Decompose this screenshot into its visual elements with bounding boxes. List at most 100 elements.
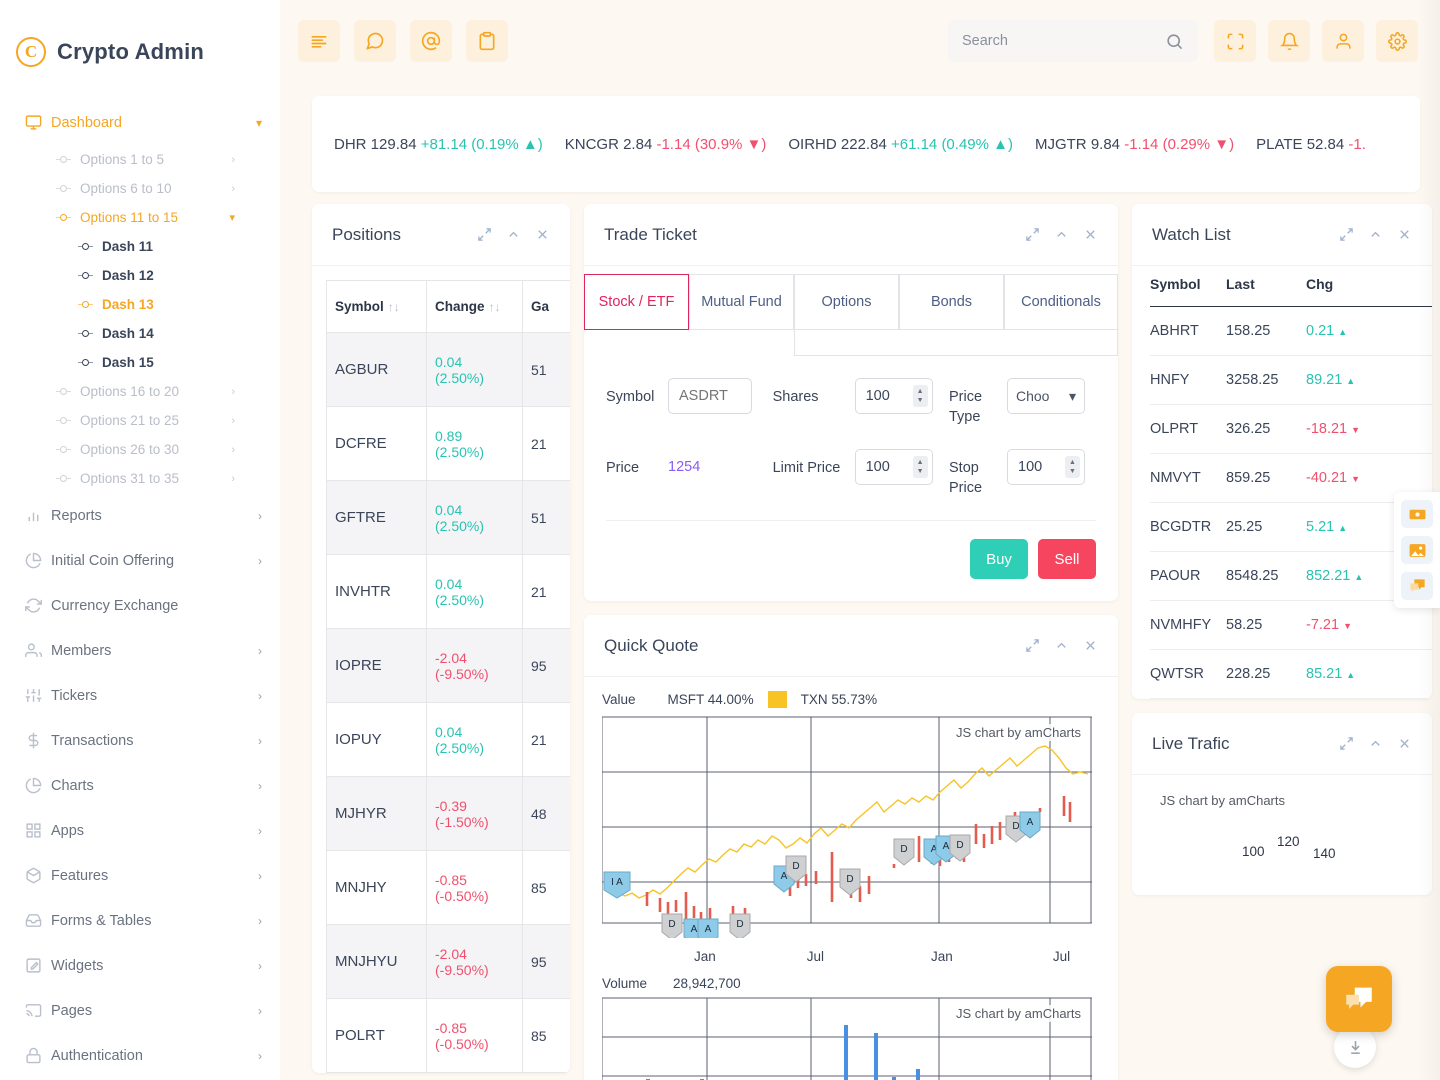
at-mention-icon[interactable] — [410, 20, 452, 62]
expand-icon[interactable] — [1339, 227, 1354, 242]
sidebar-item-members[interactable]: Members › — [0, 628, 280, 673]
sidebar-item-apps[interactable]: Apps › — [0, 808, 280, 853]
sidebar-subitem-options-16-20[interactable]: Options 16 to 20 › — [0, 377, 280, 406]
image-icon[interactable] — [1401, 536, 1433, 564]
tab-conditionals[interactable]: Conditionals — [1004, 274, 1118, 330]
sidebar-item-pages[interactable]: Pages › — [0, 988, 280, 1033]
stepper-arrows-icon[interactable]: ▲ ▼ — [1065, 456, 1080, 479]
table-row[interactable]: IOPUY 0.04 (2.50%) 21 — [326, 702, 570, 777]
positions-table-wrap[interactable]: Symbol ↑↓ Change ↑↓ Ga AGBUR 0.04 (2.50%) 51 … — [312, 266, 570, 1073]
close-icon[interactable] — [1083, 227, 1098, 242]
column-header-symbol[interactable]: Symbol — [1150, 266, 1226, 307]
column-header-last[interactable]: Last — [1226, 266, 1306, 307]
download-icon[interactable] — [1334, 1026, 1376, 1068]
table-row[interactable]: OLPRT 326.25 -18.21 — [1150, 404, 1432, 454]
column-header-extra[interactable] — [1378, 266, 1432, 307]
close-icon[interactable] — [1397, 736, 1412, 751]
sidebar-item-reports[interactable]: Reports › — [0, 493, 280, 538]
symbol-input[interactable] — [668, 378, 752, 414]
table-row[interactable]: MJHYR -0.39 (-1.50%) 48 — [326, 776, 570, 851]
sidebar-item-forms-tables[interactable]: Forms & Tables › — [0, 898, 280, 943]
tab-options[interactable]: Options — [794, 274, 899, 330]
table-row[interactable]: MNJHYU -2.04 (-9.50%) 95 — [326, 924, 570, 999]
table-row[interactable]: ABHRT 158.25 0.21 — [1150, 306, 1432, 356]
sidebar-item-dash-11[interactable]: Dash 11 — [0, 232, 280, 261]
chat-icon[interactable] — [354, 20, 396, 62]
expand-icon[interactable] — [477, 227, 492, 242]
collapse-chevron-icon[interactable] — [1054, 227, 1069, 242]
collapse-chevron-icon[interactable] — [1054, 638, 1069, 653]
limit-price-stepper[interactable]: ▲▼ — [854, 449, 933, 486]
ticker-item[interactable]: MJGTR 9.84 -1.14 (0.29% ▼) — [1035, 136, 1234, 153]
close-icon[interactable] — [1083, 638, 1098, 653]
shares-stepper[interactable]: ▲▼ — [854, 378, 933, 414]
sell-button[interactable]: Sell — [1038, 539, 1096, 580]
sidebar-item-initial-coin-offering[interactable]: Initial Coin Offering › — [0, 538, 280, 583]
table-row[interactable]: IOPRE -2.04 (-9.50%) 95 — [326, 628, 570, 703]
banknote-icon[interactable] — [1401, 500, 1433, 528]
search-box[interactable] — [948, 20, 1198, 62]
sidebar-item-dash-15[interactable]: Dash 15 — [0, 348, 280, 377]
table-row[interactable]: GFTRE 0.04 (2.50%) 51 — [326, 480, 570, 555]
chat-bubbles-icon[interactable] — [1401, 572, 1433, 600]
fullscreen-icon[interactable] — [1214, 20, 1256, 62]
expand-icon[interactable] — [1025, 227, 1040, 242]
tab-stock-etf[interactable]: Stock / ETF — [584, 274, 689, 330]
price-type-select[interactable]: Choo ▾ — [1007, 378, 1085, 414]
sidebar-subitem-options-1-5[interactable]: Options 1 to 5 › — [0, 145, 280, 174]
table-row[interactable]: QWTSR 228.25 85.21 — [1150, 649, 1432, 699]
stepper-arrows-icon[interactable]: ▲ ▼ — [912, 385, 928, 407]
sidebar-subitem-options-31-35[interactable]: Options 31 to 35 › — [0, 464, 280, 493]
clipboard-icon[interactable] — [466, 20, 508, 62]
expand-icon[interactable] — [1025, 638, 1040, 653]
sidebar-subitem-options-26-30[interactable]: Options 26 to 30 › — [0, 435, 280, 464]
sidebar-subitem-options-11-15[interactable]: Options 11 to 15 ▾ — [0, 203, 280, 232]
column-header-symbol[interactable]: Symbol ↑↓ — [326, 280, 427, 333]
table-row[interactable]: PAOUR 8548.25 852.21 — [1150, 551, 1432, 601]
close-icon[interactable] — [1397, 227, 1412, 242]
bell-icon[interactable] — [1268, 20, 1310, 62]
stop-price-stepper[interactable]: ▲▼ — [1007, 449, 1085, 486]
sidebar-item-widgets[interactable]: Widgets › — [0, 943, 280, 988]
buy-button[interactable]: Buy — [970, 539, 1028, 580]
search-icon[interactable] — [1165, 32, 1184, 51]
sidebar-item-features[interactable]: Features › — [0, 853, 280, 898]
sidebar-item-currency-exchange[interactable]: Currency Exchange — [0, 583, 280, 628]
table-row[interactable]: AGBUR 0.04 (2.50%) 51 — [326, 332, 570, 407]
column-header-change[interactable]: Change ↑↓ — [426, 280, 523, 333]
price-value[interactable]: 1254 — [668, 449, 700, 475]
sidebar-subitem-options-21-25[interactable]: Options 21 to 25 › — [0, 406, 280, 435]
volume-chart[interactable]: JS chart by amCharts — [602, 997, 1092, 1080]
sidebar-item-charts[interactable]: Charts › — [0, 763, 280, 808]
user-icon[interactable] — [1322, 20, 1364, 62]
close-icon[interactable] — [535, 227, 550, 242]
sidebar-item-dash-14[interactable]: Dash 14 — [0, 319, 280, 348]
sidebar-item-dashboard[interactable]: Dashboard ▾ — [0, 100, 280, 145]
tab-bonds[interactable]: Bonds — [899, 274, 1004, 330]
sidebar-item-transactions[interactable]: Transactions › — [0, 718, 280, 763]
price-chart[interactable]: JS chart by amCharts I A D A A D A D D D… — [602, 716, 1092, 946]
ticker-item[interactable]: OIRHD 222.84 +61.14 (0.49% ▲) — [788, 136, 1013, 153]
gear-icon[interactable] — [1376, 20, 1418, 62]
collapse-chevron-icon[interactable] — [1368, 227, 1383, 242]
sidebar-item-authentication[interactable]: Authentication › — [0, 1033, 280, 1078]
menu-icon[interactable] — [298, 20, 340, 62]
brand[interactable]: C Crypto Admin — [0, 0, 280, 82]
table-row[interactable]: NVMHFY 58.25 -7.21 — [1150, 600, 1432, 650]
table-row[interactable]: HNFY 3258.25 89.21 — [1150, 355, 1432, 405]
sidebar-item-dash-12[interactable]: Dash 12 — [0, 261, 280, 290]
table-row[interactable]: DCFRE 0.89 (2.50%) 21 — [326, 406, 570, 481]
ticker-item[interactable]: KNCGR 2.84 -1.14 (30.9% ▼) — [565, 136, 767, 153]
table-row[interactable]: NMVYT 859.25 -40.21 — [1150, 453, 1432, 503]
legend-series-msft[interactable]: MSFT 44.00% — [668, 692, 754, 707]
sidebar-subitem-options-6-10[interactable]: Options 6 to 10 › — [0, 174, 280, 203]
collapse-chevron-icon[interactable] — [1368, 736, 1383, 751]
search-input[interactable] — [962, 33, 1165, 49]
legend-series-txn[interactable]: TXN 55.73% — [801, 692, 878, 707]
chat-fab-icon[interactable] — [1326, 966, 1392, 1032]
ticker-item[interactable]: DHR 129.84 +81.14 (0.19% ▲) — [334, 136, 543, 153]
live-traffic-body[interactable]: JS chart by amCharts 100 120 140 — [1132, 775, 1432, 895]
sidebar-item-dash-13[interactable]: Dash 13 — [0, 290, 280, 319]
table-row[interactable]: INVHTR 0.04 (2.50%) 21 — [326, 554, 570, 629]
ticker-item[interactable]: PLATE 52.84 -1. — [1256, 136, 1366, 153]
